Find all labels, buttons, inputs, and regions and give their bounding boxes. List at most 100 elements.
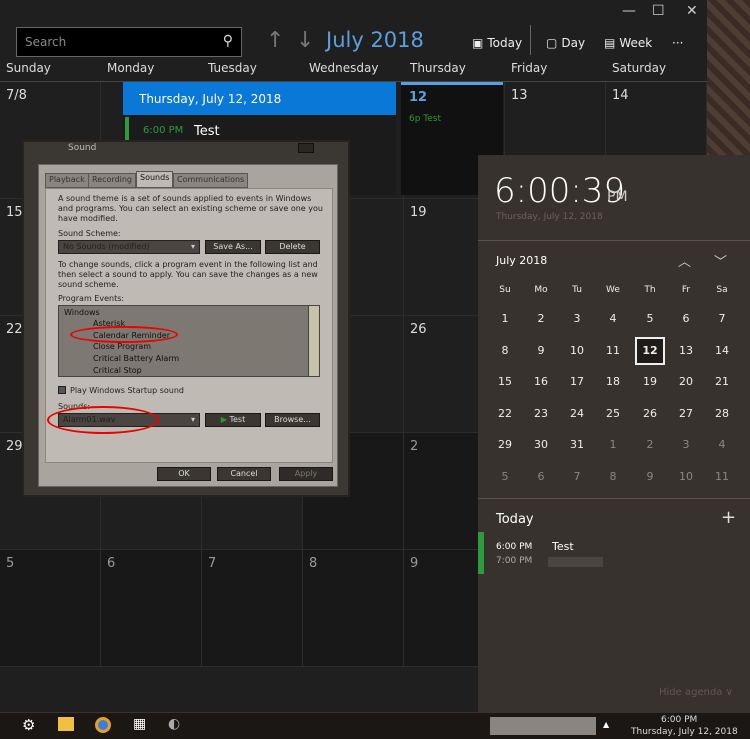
apply-button[interactable]: Apply bbox=[279, 467, 333, 481]
flyout-day[interactable]: 30 bbox=[526, 438, 556, 451]
flyout-day[interactable]: 25 bbox=[598, 407, 628, 420]
flyout-day[interactable]: 8 bbox=[490, 344, 520, 357]
flyout-day[interactable]: 4 bbox=[707, 438, 737, 451]
flyout-day[interactable]: 27 bbox=[671, 407, 701, 420]
program-events-list[interactable]: Windows Asterisk Calendar Reminder Close… bbox=[58, 305, 320, 377]
flyout-day[interactable]: 26 bbox=[635, 407, 665, 420]
flyout-day[interactable]: 5 bbox=[490, 470, 520, 483]
week-button[interactable]: ▤ Week bbox=[604, 36, 652, 50]
flyout-day[interactable]: 3 bbox=[562, 312, 592, 325]
today-button[interactable]: ▣ Today bbox=[472, 36, 522, 50]
flyout-day[interactable]: 15 bbox=[490, 375, 520, 388]
search-input[interactable]: Search ⚲ bbox=[16, 27, 242, 57]
taskbar-date[interactable]: Thursday, July 12, 2018 bbox=[631, 727, 738, 737]
speaker-app-icon[interactable]: ◐ bbox=[168, 716, 180, 732]
next-arrow-icon[interactable]: ↓ bbox=[296, 28, 314, 53]
search-placeholder: Search bbox=[25, 35, 67, 49]
flyout-day[interactable]: 24 bbox=[562, 407, 592, 420]
flyout-day[interactable]: 19 bbox=[635, 375, 665, 388]
flyout-day[interactable]: 4 bbox=[598, 312, 628, 325]
flyout-day[interactable]: 5 bbox=[635, 312, 665, 325]
flyout-day[interactable]: 9 bbox=[635, 470, 665, 483]
event-item[interactable]: Critical Stop bbox=[93, 366, 142, 375]
taskbar-time[interactable]: 6:00 PM bbox=[661, 715, 697, 725]
flyout-day[interactable]: 11 bbox=[598, 344, 628, 357]
chevron-down-icon[interactable]: ﹀ bbox=[714, 251, 727, 270]
tab-recording[interactable]: Recording bbox=[88, 173, 137, 188]
chevron-up-icon[interactable]: ︿ bbox=[678, 251, 691, 270]
day-button[interactable]: ▢ Day bbox=[546, 36, 585, 50]
calendar-app-icon[interactable]: ▦ bbox=[133, 716, 146, 732]
flyout-day[interactable]: 21 bbox=[707, 375, 737, 388]
flyout-day[interactable]: 29 bbox=[490, 438, 520, 451]
flyout-day[interactable]: 13 bbox=[671, 344, 701, 357]
flyout-day[interactable]: 1 bbox=[598, 438, 628, 451]
flyout-day[interactable]: 6 bbox=[671, 312, 701, 325]
test-button[interactable]: ▶ Test bbox=[205, 413, 261, 427]
hide-agenda-button[interactable]: Hide agenda ∨ bbox=[659, 687, 733, 698]
tab-communications[interactable]: Communications bbox=[173, 173, 249, 188]
minimize-button[interactable]: — bbox=[622, 3, 636, 19]
tab-sounds[interactable]: Sounds bbox=[136, 171, 174, 188]
agenda-event[interactable]: Test bbox=[552, 540, 574, 553]
day-number: 6 bbox=[107, 556, 116, 571]
event-title[interactable]: Test bbox=[194, 124, 220, 139]
flyout-day[interactable]: 2 bbox=[635, 438, 665, 451]
ok-button[interactable]: OK bbox=[157, 467, 211, 481]
flyout-day[interactable]: 11 bbox=[707, 470, 737, 483]
previous-arrow-icon[interactable]: ↑ bbox=[266, 28, 284, 53]
event-group-windows[interactable]: Windows bbox=[64, 308, 100, 317]
flyout-day[interactable]: 9 bbox=[526, 344, 556, 357]
flyout-day[interactable]: 23 bbox=[526, 407, 556, 420]
flyout-day[interactable]: 14 bbox=[707, 344, 737, 357]
flyout-day[interactable]: 6 bbox=[526, 470, 556, 483]
browser-icon[interactable] bbox=[95, 717, 111, 733]
flyout-day[interactable]: 7 bbox=[707, 312, 737, 325]
flyout-day[interactable]: 3 bbox=[671, 438, 701, 451]
event-chip[interactable]: 6p Test bbox=[401, 110, 503, 128]
flyout-day[interactable]: 1 bbox=[490, 312, 520, 325]
day-cell[interactable]: 6 bbox=[101, 550, 202, 667]
scheme-dropdown[interactable]: No Sounds (modified) ▾ bbox=[58, 240, 200, 254]
event-item[interactable]: Close Program bbox=[93, 342, 151, 351]
tab-playback[interactable]: Playback bbox=[45, 173, 89, 188]
flyout-day[interactable]: 10 bbox=[562, 344, 592, 357]
flyout-day[interactable]: 31 bbox=[562, 438, 592, 451]
flyout-day[interactable]: 16 bbox=[526, 375, 556, 388]
flyout-weekday: Mo bbox=[534, 285, 548, 295]
flyout-day[interactable]: 22 bbox=[490, 407, 520, 420]
startup-checkbox[interactable] bbox=[58, 386, 66, 394]
flyout-day[interactable]: 10 bbox=[671, 470, 701, 483]
flyout-day[interactable]: 18 bbox=[598, 375, 628, 388]
dialog-close-button[interactable] bbox=[298, 143, 314, 153]
blurred-tray-area bbox=[490, 717, 596, 735]
flyout-day[interactable]: 17 bbox=[562, 375, 592, 388]
clock-date[interactable]: Thursday, July 12, 2018 bbox=[496, 212, 603, 222]
day-cell[interactable]: 8 bbox=[303, 550, 404, 667]
show-hidden-icons-button[interactable]: ▲ bbox=[603, 720, 609, 729]
flyout-day[interactable]: 2 bbox=[526, 312, 556, 325]
flyout-day[interactable]: 20 bbox=[671, 375, 701, 388]
cancel-button[interactable]: Cancel bbox=[217, 467, 271, 481]
event-item[interactable]: Critical Battery Alarm bbox=[93, 354, 179, 363]
flyout-day[interactable]: 7 bbox=[562, 470, 592, 483]
browse-button[interactable]: Browse... bbox=[265, 413, 320, 427]
settings-icon[interactable]: ⚙ bbox=[22, 716, 35, 734]
flyout-day[interactable]: 28 bbox=[707, 407, 737, 420]
list-scrollbar[interactable] bbox=[308, 306, 319, 376]
day-cell[interactable]: 7 bbox=[202, 550, 303, 667]
flyout-day[interactable]: 12 bbox=[635, 336, 665, 365]
day-cell[interactable]: 5 bbox=[0, 550, 101, 667]
more-button[interactable]: ··· bbox=[672, 36, 683, 50]
weekday-wednesday: Wednesday bbox=[309, 61, 379, 75]
search-icon[interactable]: ⚲ bbox=[223, 33, 233, 49]
save-as-button[interactable]: Save As... bbox=[205, 240, 261, 254]
maximize-button[interactable]: ☐ bbox=[652, 3, 665, 19]
delete-button[interactable]: Delete bbox=[265, 240, 320, 254]
flyout-month[interactable]: July 2018 bbox=[496, 254, 547, 267]
flyout-day[interactable]: 8 bbox=[598, 470, 628, 483]
close-button[interactable]: ✕ bbox=[686, 3, 698, 19]
add-event-button[interactable]: + bbox=[721, 507, 736, 528]
file-explorer-icon[interactable] bbox=[58, 717, 74, 731]
instructions: To change sounds, click a program event … bbox=[58, 260, 318, 289]
